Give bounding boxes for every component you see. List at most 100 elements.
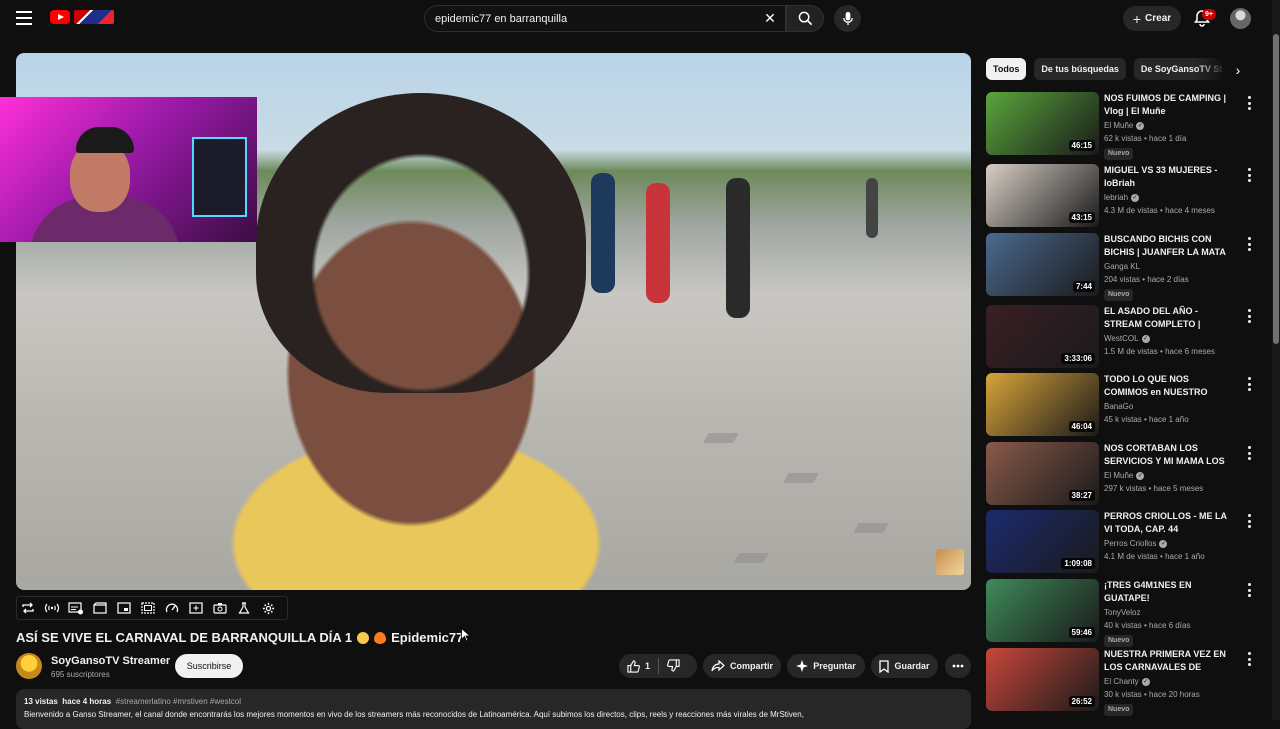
related-video-title[interactable]: BUSCANDO BICHIS CON BICHIS | JUANFER LA … bbox=[1104, 233, 1234, 259]
dislike-button[interactable] bbox=[667, 659, 680, 674]
related-video-title[interactable]: NUESTRA PRIMERA VEZ EN LOS CARNAVALES DE… bbox=[1104, 648, 1234, 674]
related-video-title[interactable]: EL ASADO DEL AÑO - STREAM COMPLETO | WES… bbox=[1104, 305, 1234, 331]
related-video-title[interactable]: NOS CORTABAN LOS SERVICIOS Y MI MAMA LOS… bbox=[1104, 442, 1234, 468]
related-video-views: 1.5 M de vistas bbox=[1104, 347, 1158, 356]
video-frame-person bbox=[726, 178, 750, 318]
related-video-title[interactable]: MIGUEL VS 33 MUJERES - loBriah bbox=[1104, 164, 1234, 190]
video-thumbnail[interactable]: 1:09:08 bbox=[986, 510, 1099, 573]
video-thumbnail[interactable]: 46:15 bbox=[986, 92, 1099, 155]
related-video-item[interactable]: 7:44 BUSCANDO BICHIS CON BICHIS | JUANFER… bbox=[986, 233, 1256, 301]
related-video-channel[interactable]: WestCOL ✓ bbox=[1104, 334, 1150, 343]
related-video-item[interactable]: 46:04 TODO LO QUE NOS COMIMOS en NUESTRO … bbox=[986, 373, 1256, 437]
subtitles-settings-icon[interactable] bbox=[64, 597, 88, 619]
video-thumbnail[interactable]: 43:15 bbox=[986, 164, 1099, 227]
fire-icon bbox=[374, 631, 387, 644]
chip-all[interactable]: Todos bbox=[986, 58, 1027, 80]
search-button[interactable] bbox=[786, 5, 824, 32]
subscribe-button[interactable]: Suscribirse bbox=[175, 654, 243, 678]
more-vertical-icon[interactable] bbox=[1246, 583, 1252, 597]
more-vertical-icon[interactable] bbox=[1246, 309, 1252, 323]
more-vertical-icon[interactable] bbox=[1246, 168, 1252, 182]
related-video-title[interactable]: PERROS CRIOLLOS - ME LA VI TODA, CAP. 44 bbox=[1104, 510, 1234, 536]
related-video-item[interactable]: 3:33:06 EL ASADO DEL AÑO - STREAM COMPLET… bbox=[986, 305, 1256, 369]
related-video-item[interactable]: 46:15 NOS FUIMOS DE CAMPING | Vlog | El M… bbox=[986, 92, 1256, 160]
related-video-title[interactable]: NOS FUIMOS DE CAMPING | Vlog | El Muñe bbox=[1104, 92, 1234, 118]
new-badge: Nuevo bbox=[1104, 635, 1134, 647]
ask-button[interactable]: Preguntar bbox=[787, 654, 865, 678]
related-video-channel[interactable]: Perros Criollos ✓ bbox=[1104, 539, 1168, 548]
notification-count-badge: 9+ bbox=[1202, 9, 1216, 20]
youtube-logo[interactable] bbox=[50, 10, 114, 24]
related-video-item[interactable]: 26:52 NUESTRA PRIMERA VEZ EN LOS CARNAVAL… bbox=[986, 648, 1256, 716]
related-video-channel[interactable]: Ganga KL bbox=[1104, 262, 1140, 271]
more-vertical-icon[interactable] bbox=[1246, 446, 1252, 460]
video-thumbnail[interactable]: 3:33:06 bbox=[986, 305, 1099, 368]
related-video-channel[interactable]: El Muñe ✓ bbox=[1104, 121, 1145, 130]
create-button[interactable]: + Crear bbox=[1123, 6, 1181, 31]
more-vertical-icon[interactable] bbox=[1246, 377, 1252, 391]
channel-avatar[interactable] bbox=[16, 653, 42, 679]
add-to-screen-icon[interactable] bbox=[184, 597, 208, 619]
search-input[interactable]: epidemic77 en barranquilla bbox=[424, 5, 786, 32]
share-button[interactable]: Compartir bbox=[703, 654, 781, 678]
clapperboard-icon[interactable] bbox=[88, 597, 112, 619]
flask-icon[interactable] bbox=[232, 597, 256, 619]
related-video-age: hace 2 días bbox=[1147, 275, 1189, 284]
video-thumbnail[interactable]: 59:46 bbox=[986, 579, 1099, 642]
video-thumbnail[interactable]: 7:44 bbox=[986, 233, 1099, 296]
meta-separator: • bbox=[1146, 484, 1154, 493]
clear-search-icon[interactable]: ✕ bbox=[763, 11, 777, 25]
save-button[interactable]: Guardar bbox=[871, 654, 938, 678]
related-video-title[interactable]: TODO LO QUE NOS COMIMOS en NUESTRO PASO … bbox=[1104, 373, 1234, 399]
doodle-logo-art bbox=[74, 10, 114, 24]
channel-name[interactable]: SoyGansoTV Streamer bbox=[51, 655, 170, 667]
video-frame-hair bbox=[256, 93, 586, 393]
video-frame-tile bbox=[703, 433, 739, 443]
description-box[interactable]: 13 vistas hace 4 horas #streamerlatino #… bbox=[16, 689, 971, 729]
chevron-right-icon[interactable]: › bbox=[1230, 62, 1246, 78]
hashtags[interactable]: #streamerlatino #mrstiven #westcol bbox=[116, 697, 241, 706]
chip-from-searches[interactable]: De tus búsquedas bbox=[1034, 58, 1126, 80]
more-actions-button[interactable] bbox=[945, 654, 971, 678]
account-avatar[interactable] bbox=[1230, 8, 1251, 29]
video-duration: 26:52 bbox=[1068, 696, 1095, 707]
related-video-meta: 204 vistas • hace 2 días bbox=[1104, 275, 1189, 284]
related-video-item[interactable]: 59:46 ¡TRES G4M1NES EN GUATAPE! TonyVeloz 4… bbox=[986, 579, 1256, 647]
related-video-item[interactable]: 1:09:08 PERROS CRIOLLOS - ME LA VI TODA, … bbox=[986, 510, 1256, 574]
voice-search-button[interactable] bbox=[834, 5, 861, 32]
related-video-channel[interactable]: El Chanty ✓ bbox=[1104, 677, 1150, 686]
video-frame-person bbox=[866, 178, 878, 238]
related-video-channel[interactable]: El Muñe ✓ bbox=[1104, 471, 1145, 480]
audio-wave-icon[interactable] bbox=[40, 597, 64, 619]
screenshot-camera-icon[interactable] bbox=[208, 597, 232, 619]
more-vertical-icon[interactable] bbox=[1246, 652, 1252, 666]
video-thumbnail[interactable]: 46:04 bbox=[986, 373, 1099, 436]
channel-watermark[interactable] bbox=[936, 549, 964, 575]
picture-in-picture-icon[interactable] bbox=[112, 597, 136, 619]
like-button[interactable]: 1 bbox=[627, 659, 650, 673]
more-vertical-icon[interactable] bbox=[1246, 96, 1252, 110]
related-video-channel[interactable]: lebriah ✓ bbox=[1104, 193, 1140, 202]
related-video-item[interactable]: 43:15 MIGUEL VS 33 MUJERES - loBriah lebri… bbox=[986, 164, 1256, 228]
related-video-age: hace 4 meses bbox=[1165, 206, 1215, 215]
film-strip-icon[interactable] bbox=[136, 597, 160, 619]
microphone-icon bbox=[842, 11, 853, 26]
gear-icon[interactable] bbox=[256, 597, 280, 619]
related-video-meta: 1.5 M de vistas • hace 6 meses bbox=[1104, 347, 1215, 356]
video-thumbnail[interactable]: 38:27 bbox=[986, 442, 1099, 505]
loop-icon[interactable] bbox=[16, 597, 40, 619]
more-vertical-icon[interactable] bbox=[1246, 237, 1252, 251]
video-duration: 46:04 bbox=[1068, 421, 1095, 432]
related-video-views: 45 k vistas bbox=[1104, 415, 1142, 424]
related-video-views: 4.1 M de vistas bbox=[1104, 552, 1158, 561]
scrollbar-thumb[interactable] bbox=[1273, 34, 1279, 344]
related-video-title[interactable]: ¡TRES G4M1NES EN GUATAPE! bbox=[1104, 579, 1234, 605]
video-thumbnail[interactable]: 26:52 bbox=[986, 648, 1099, 711]
more-vertical-icon[interactable] bbox=[1246, 514, 1252, 528]
related-video-meta: 30 k vistas • hace 20 horas bbox=[1104, 690, 1200, 699]
speedometer-icon[interactable] bbox=[160, 597, 184, 619]
related-video-channel[interactable]: BanaGo bbox=[1104, 402, 1133, 411]
related-video-item[interactable]: 38:27 NOS CORTABAN LOS SERVICIOS Y MI MAM… bbox=[986, 442, 1256, 506]
menu-icon[interactable] bbox=[16, 11, 32, 25]
related-video-channel[interactable]: TonyVeloz bbox=[1104, 608, 1140, 617]
